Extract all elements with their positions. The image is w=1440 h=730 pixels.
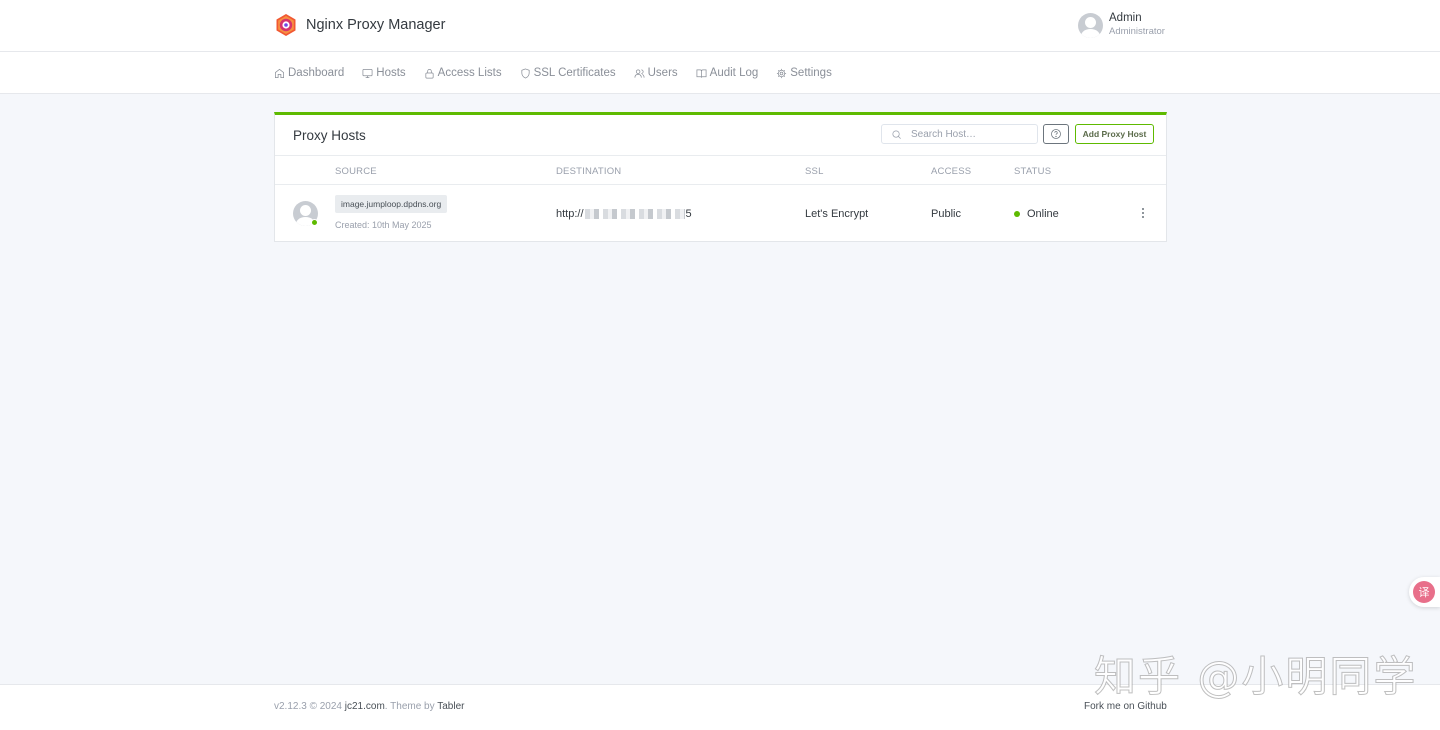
user-menu[interactable]: Admin Administrator xyxy=(1078,12,1165,38)
access-cell: Public xyxy=(931,208,961,220)
column-header-status[interactable]: STATUS xyxy=(1014,166,1051,177)
book-icon xyxy=(696,68,707,78)
table-row[interactable]: image.jumploop.dpdns.org Created: 10th M… xyxy=(275,186,1166,242)
floating-translate-button[interactable]: 译 xyxy=(1409,577,1440,607)
nav-item-dashboard[interactable]: Dashboard xyxy=(274,67,344,79)
proxy-hosts-card: Proxy Hosts Add Proxy Host SOURCE DESTIN… xyxy=(274,112,1167,242)
add-proxy-host-button[interactable]: Add Proxy Host xyxy=(1075,124,1154,144)
footer-theme-text: . Theme by xyxy=(384,701,438,712)
status-label: Online xyxy=(1027,208,1059,220)
nav-item-label: Settings xyxy=(790,67,832,79)
online-indicator xyxy=(311,219,318,226)
row-actions-menu-icon[interactable] xyxy=(1141,208,1145,220)
home-icon xyxy=(275,68,284,78)
app-title: Nginx Proxy Manager xyxy=(306,17,446,33)
column-header-source[interactable]: SOURCE xyxy=(335,166,377,177)
nav-item-label: Audit Log xyxy=(709,67,759,79)
redacted-address xyxy=(584,209,685,219)
status-dot-icon xyxy=(1014,211,1020,217)
nav-item-label: Hosts xyxy=(376,67,406,79)
nav-item-label: Dashboard xyxy=(288,67,345,79)
card-header: Proxy Hosts Add Proxy Host xyxy=(275,115,1166,156)
main-nav: Dashboard Hosts Access Lists SSL Certifi… xyxy=(0,52,1440,94)
footer-credits: v2.12.3 © 2024 jc21.com. Theme by Tabler xyxy=(274,701,464,712)
search-icon xyxy=(892,129,901,139)
nav-item-users[interactable]: Users xyxy=(634,67,678,79)
nav-item-settings[interactable]: Settings xyxy=(776,67,832,79)
lock-icon xyxy=(425,68,434,78)
card-title: Proxy Hosts xyxy=(293,128,366,143)
user-avatar xyxy=(1078,12,1103,38)
created-date: Created: 10th May 2025 xyxy=(335,220,432,230)
nav-item-audit-log[interactable]: Audit Log xyxy=(696,67,759,79)
watermark: 知乎 @小明同学 xyxy=(1093,652,1418,702)
footer-theme-link[interactable]: Tabler xyxy=(437,701,464,712)
search-box[interactable] xyxy=(881,124,1038,144)
user-name: Admin xyxy=(1109,12,1142,24)
column-header-destination[interactable]: DESTINATION xyxy=(556,166,621,177)
user-role: Administrator xyxy=(1109,26,1165,37)
nginx-proxy-manager-logo-icon xyxy=(276,14,296,36)
ssl-cell: Let's Encrypt xyxy=(805,208,869,220)
nav-item-access-lists[interactable]: Access Lists xyxy=(424,67,502,79)
search-input[interactable] xyxy=(911,128,1031,140)
footer-site-link[interactable]: jc21.com xyxy=(345,701,385,712)
footer-version: v2.12.3 © 2024 xyxy=(274,701,345,712)
column-header-access[interactable]: ACCESS xyxy=(931,166,971,177)
status-cell: Online xyxy=(1014,208,1059,220)
help-button[interactable] xyxy=(1043,124,1069,144)
nav-item-label: Users xyxy=(647,67,678,79)
translate-icon: 译 xyxy=(1413,581,1435,603)
destination-cell: http:// 5 xyxy=(556,208,692,220)
top-header: Nginx Proxy Manager Admin Administrator xyxy=(0,0,1440,52)
gear-icon xyxy=(777,68,787,78)
column-header-ssl[interactable]: SSL xyxy=(805,166,824,177)
nav-item-ssl-certificates[interactable]: SSL Certificates xyxy=(520,67,616,79)
brand[interactable]: Nginx Proxy Manager xyxy=(274,13,445,37)
shield-icon xyxy=(521,68,530,78)
help-circle-icon xyxy=(1051,129,1061,139)
domain-tag[interactable]: image.jumploop.dpdns.org xyxy=(335,195,448,213)
nav-item-label: SSL Certificates xyxy=(533,67,616,79)
nav-item-hosts[interactable]: Hosts xyxy=(362,67,406,79)
nav-item-label: Access Lists xyxy=(437,67,502,79)
monitor-icon xyxy=(362,68,373,78)
users-icon xyxy=(634,68,645,78)
destination-prefix: http:// xyxy=(556,208,584,220)
table-header: SOURCE DESTINATION SSL ACCESS STATUS xyxy=(275,157,1166,185)
destination-suffix: 5 xyxy=(685,208,692,220)
